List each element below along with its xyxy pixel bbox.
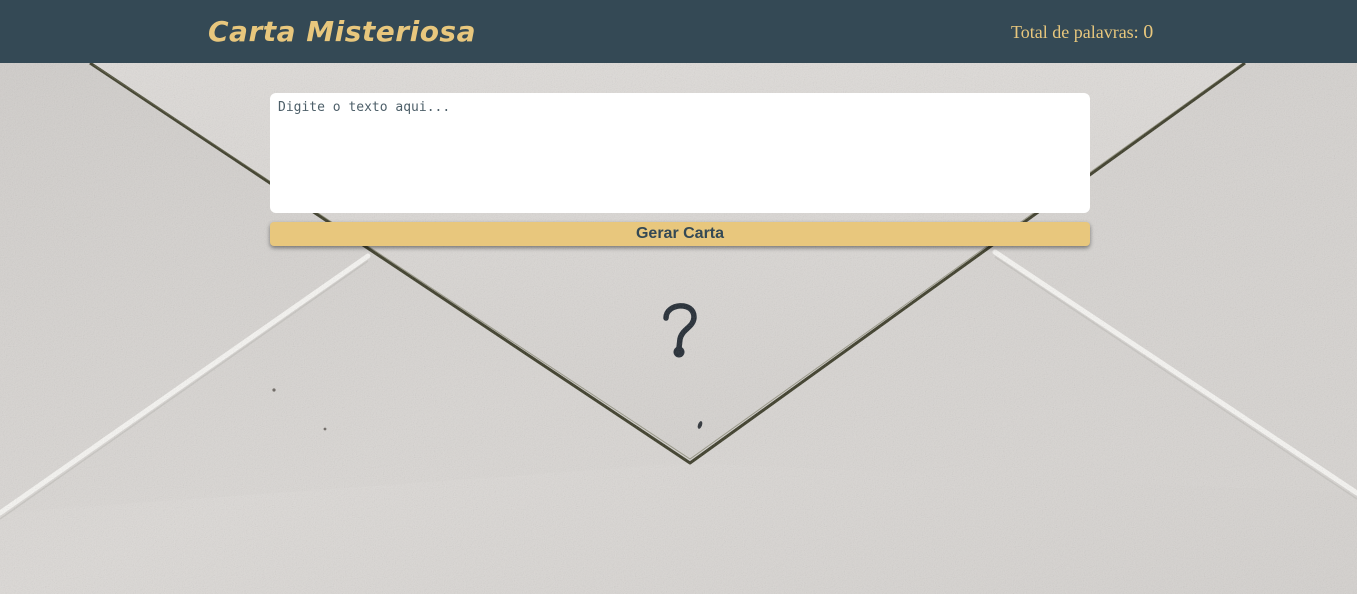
letter-text-input[interactable] (270, 93, 1090, 213)
generate-letter-button[interactable]: Gerar Carta (270, 222, 1090, 246)
word-count-value: 0 (1143, 21, 1154, 43)
app-header: Carta Misteriosa Total de palavras: 0 (0, 0, 1357, 63)
app-title: Carta Misteriosa (208, 15, 476, 48)
word-count: Total de palavras: 0 (1011, 20, 1153, 44)
word-count-label: Total de palavras: (1011, 22, 1139, 42)
